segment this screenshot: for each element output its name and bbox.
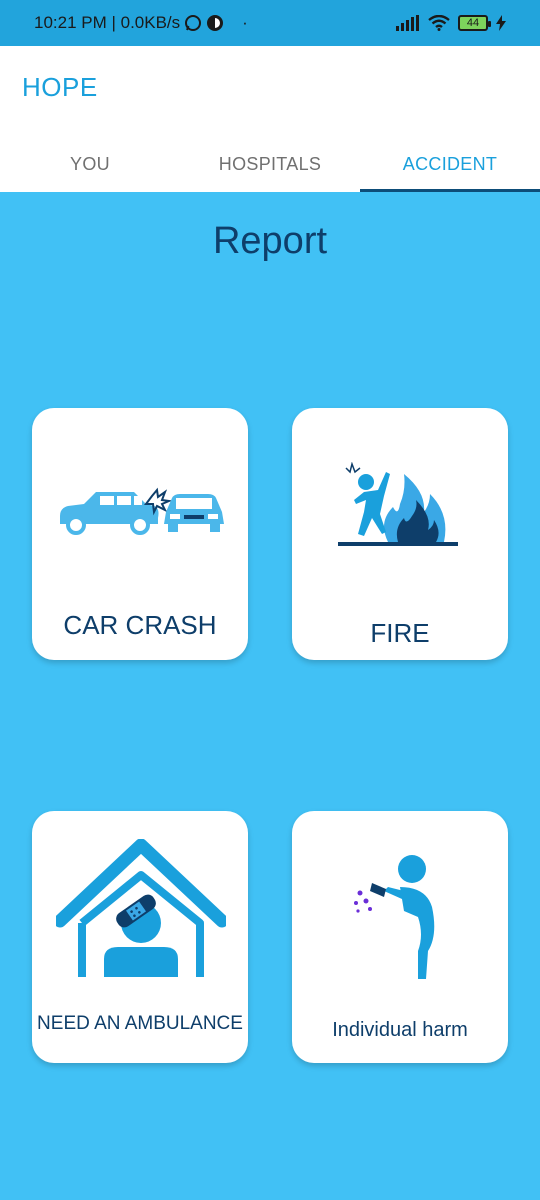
ambulance-home-icon (56, 839, 226, 977)
individual-harm-icon (354, 855, 435, 979)
dot-icon: · (242, 13, 248, 32)
status-time-speed: 10:21 PM | 0.0KB/s (34, 13, 181, 32)
battery-icon: 44 (458, 15, 491, 31)
status-right: 44 (396, 15, 506, 31)
app-bar: HOPE YOU HOSPITALS ACCIDENT (0, 46, 540, 192)
whatsapp-icon (184, 14, 202, 32)
need-ambulance-card[interactable]: NEED AN AMBULANCE (32, 811, 248, 1063)
battery-level: 44 (466, 17, 480, 29)
status-bar: 10:21 PM | 0.0KB/s · 44 (0, 0, 540, 46)
car-crash-label: CAR CRASH (63, 610, 217, 640)
charging-icon (496, 15, 506, 31)
wifi-icon (428, 15, 450, 31)
individual-harm-label: Individual harm (332, 1019, 468, 1041)
tab-hospitals[interactable]: HOSPITALS (180, 136, 360, 192)
fire-label: FIRE (370, 618, 430, 648)
fire-card[interactable]: FIRE (292, 408, 508, 660)
status-left: 10:21 PM | 0.0KB/s · (34, 13, 248, 33)
signal-icon (396, 15, 420, 31)
need-ambulance-label: NEED AN AMBULANCE (37, 1013, 243, 1034)
tab-bar: YOU HOSPITALS ACCIDENT (0, 136, 540, 192)
page-heading: Report (212, 220, 328, 262)
app-notification-icon (206, 14, 224, 32)
tab-you[interactable]: YOU (0, 136, 180, 192)
tab-accident[interactable]: ACCIDENT (360, 136, 540, 192)
fire-icon (338, 462, 458, 546)
app-title: HOPE (22, 72, 98, 102)
individual-harm-card[interactable]: Individual harm (292, 811, 508, 1063)
car-crash-icon (60, 487, 224, 535)
car-crash-card[interactable]: CAR CRASH (32, 408, 248, 660)
